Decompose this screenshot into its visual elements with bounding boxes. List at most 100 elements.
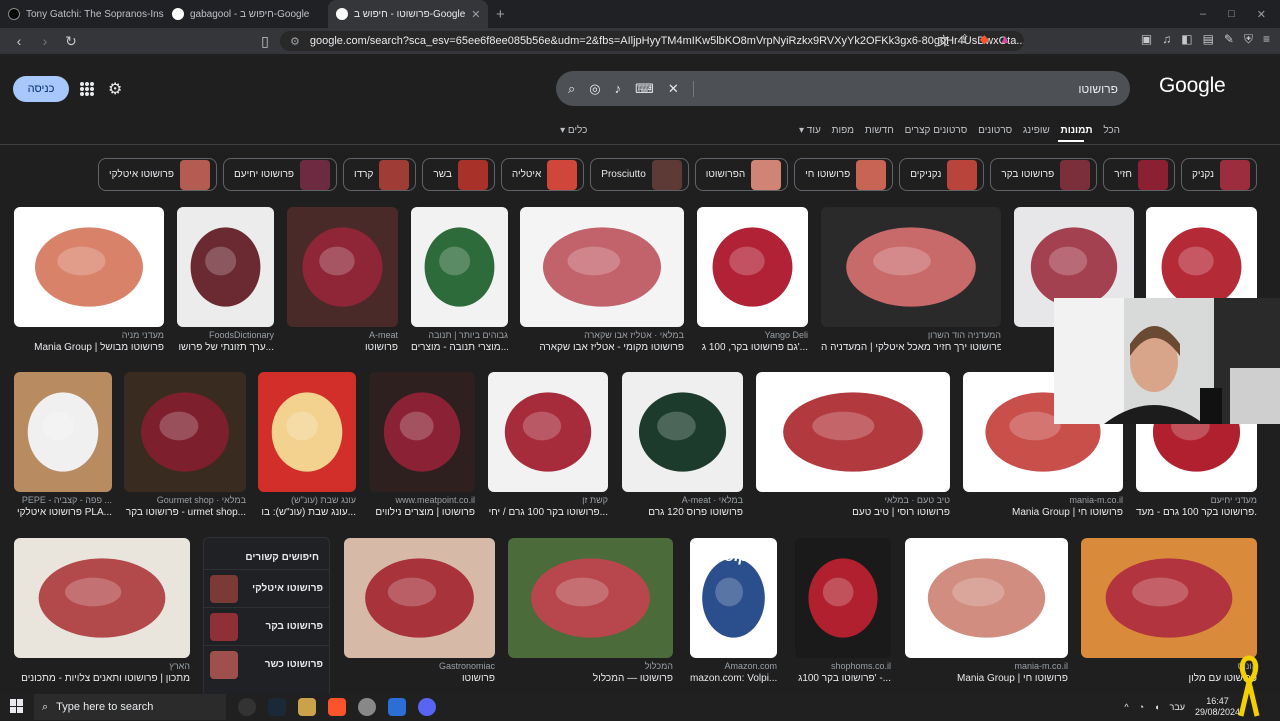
- result-title[interactable]: פרושוטו — המכלול: [508, 673, 673, 684]
- app-icon[interactable]: [298, 698, 316, 716]
- address-bar[interactable]: ⚙ google.com/search?sca_esv=65ee6f8ee085…: [280, 31, 1024, 51]
- filter-shopping[interactable]: שופינג: [1023, 125, 1050, 136]
- result-source[interactable]: המעדניה הוד השרון: [821, 330, 1001, 340]
- search-icon[interactable]: ⌕: [568, 81, 575, 97]
- chip[interactable]: נקניקים: [899, 158, 985, 191]
- result-title[interactable]: פרושוטו: [287, 342, 398, 353]
- image-result[interactable]: במלאי · אטליז אבו שקארה פרושוטו מקומי - א…: [520, 207, 684, 353]
- forward-icon[interactable]: ›: [34, 33, 56, 49]
- network-icon[interactable]: ◔: [1139, 702, 1144, 712]
- chip[interactable]: הפרושוטו: [694, 158, 789, 191]
- lens-icon[interactable]: ◎: [589, 81, 600, 97]
- result-source[interactable]: עונג שבת (עונ"ש): [258, 495, 356, 505]
- image-result[interactable]: A-meat · במלאי פרושוטו פרוס 120 גרם: [622, 372, 743, 518]
- image-result[interactable]: המכלול פרושוטו — המכלול: [508, 538, 673, 684]
- filter-videos[interactable]: סרטונים: [978, 125, 1012, 136]
- image-result[interactable]: מעדני מניה Mania Group | פרושוטו מבושל: [14, 207, 164, 353]
- chip[interactable]: פרושוטו יחיעם: [222, 158, 338, 191]
- result-thumbnail[interactable]: Volpi: [690, 538, 777, 658]
- minimize-icon[interactable]: –: [1200, 8, 1206, 21]
- clear-icon[interactable]: ✕: [668, 80, 694, 97]
- screenshot-icon[interactable]: ▣: [1141, 32, 1152, 49]
- result-source[interactable]: המכלול: [508, 661, 673, 671]
- clock[interactable]: 16:47 29/08/2024: [1195, 696, 1240, 718]
- result-thumbnail[interactable]: [821, 207, 1001, 327]
- windows-start-icon[interactable]: [10, 699, 24, 713]
- result-source[interactable]: Yango Deli: [697, 330, 808, 340]
- result-source[interactable]: קונוס: [1081, 661, 1257, 671]
- result-source[interactable]: טיב טעם · במלאי: [756, 495, 950, 505]
- result-source[interactable]: קשת זן: [488, 495, 608, 505]
- menu-icon[interactable]: ≡: [1263, 32, 1270, 49]
- brave-shield-icon[interactable]: ◆: [980, 32, 989, 49]
- vpn-icon[interactable]: ⛨: [1244, 32, 1253, 49]
- result-title[interactable]: פרושוטו פרוס 120 גרם: [622, 507, 743, 518]
- image-result[interactable]: המעדניה הוד השרון פרושוטו ירך חזיר מאכל א…: [821, 207, 1001, 353]
- result-title[interactable]: ערך תזונתי של פרושו...: [177, 342, 274, 353]
- image-result[interactable]: A-meat פרושוטו: [287, 207, 398, 353]
- result-source[interactable]: Gourmet shop · במלאי: [124, 495, 246, 505]
- chip[interactable]: קרדו: [343, 158, 417, 191]
- discord-icon[interactable]: [418, 698, 436, 716]
- result-title[interactable]: עונג שבת (עונ"ש): בו...: [258, 507, 356, 518]
- wallet-icon[interactable]: ▤: [1203, 32, 1214, 49]
- bookmark-icon[interactable]: ▯: [254, 33, 276, 50]
- result-source[interactable]: מעדני יחיעם: [1136, 495, 1257, 505]
- result-source[interactable]: www.meatpoint.co.il: [369, 495, 475, 505]
- result-title[interactable]: mazon.com: Volpi...: [690, 673, 777, 684]
- tab-prosciutto[interactable]: פרושוטו - חיפוש ב-Google ✕: [328, 0, 488, 28]
- result-source[interactable]: מעדני מניה: [14, 330, 164, 340]
- media-icon[interactable]: ♫: [1162, 32, 1171, 49]
- result-thumbnail[interactable]: [369, 372, 475, 492]
- result-title[interactable]: פרושוטו בקר 100 גרם - מעד...: [1136, 507, 1257, 518]
- filter-more[interactable]: עוד ▾: [799, 125, 821, 136]
- result-source[interactable]: FoodsDictionary: [177, 330, 274, 340]
- result-thumbnail[interactable]: [508, 538, 673, 658]
- extensions-icon[interactable]: ✎: [1224, 32, 1234, 49]
- related-search-item[interactable]: פרושוטו בקר: [204, 607, 329, 645]
- tray-chevron-icon[interactable]: ^: [1124, 702, 1128, 712]
- chip[interactable]: נקניק: [1181, 158, 1257, 191]
- chip[interactable]: בשר: [422, 158, 495, 191]
- image-result[interactable]: הארץ מתכון | פרושוטו ותאנים צלויות - מתכו…: [14, 538, 190, 684]
- tab-gabagool[interactable]: gabagool - חיפוש ב-Google: [164, 0, 328, 28]
- image-result[interactable]: קשת זן פרושוטו בקר 100 גרם / יחי...: [488, 372, 608, 518]
- image-result[interactable]: PEPE - פפה - קצביה ... פרושוטו איטלקי PLA…: [14, 372, 112, 518]
- settings-gear-icon[interactable]: ⚙: [108, 79, 122, 99]
- app-icon[interactable]: [358, 698, 376, 716]
- steam-icon[interactable]: [268, 698, 286, 716]
- chip[interactable]: פרושוטו חי: [794, 158, 894, 191]
- result-thumbnail[interactable]: [14, 207, 164, 327]
- filter-short-videos[interactable]: סרטונים קצרים: [905, 125, 968, 136]
- result-source[interactable]: Amazon.com: [690, 661, 777, 671]
- result-source[interactable]: A-meat: [287, 330, 398, 340]
- result-source[interactable]: A-meat · במלאי: [622, 495, 743, 505]
- chip[interactable]: פרושוטו איטלקי: [98, 158, 217, 191]
- apps-grid-icon[interactable]: [80, 82, 94, 96]
- google-logo[interactable]: Google: [1159, 74, 1226, 98]
- result-thumbnail[interactable]: [795, 538, 891, 658]
- result-thumbnail[interactable]: [411, 207, 508, 327]
- result-thumbnail[interactable]: [14, 372, 112, 492]
- volume-icon[interactable]: ◖: [1154, 702, 1159, 712]
- new-tab-button[interactable]: +: [488, 6, 513, 23]
- filter-news[interactable]: חדשות: [865, 125, 894, 136]
- mic-icon[interactable]: ♪: [615, 81, 622, 96]
- result-thumbnail[interactable]: [14, 538, 190, 658]
- image-result[interactable]: FoodsDictionary ערך תזונתי של פרושו...: [177, 207, 274, 353]
- result-title[interactable]: פרושוטו בקר 100ג' -...: [795, 673, 891, 684]
- cursor-app-icon[interactable]: [388, 698, 406, 716]
- brave-icon[interactable]: [328, 698, 346, 716]
- search-input[interactable]: פרושוטו: [1078, 82, 1118, 96]
- taskbar-search[interactable]: ⌕ Type here to search: [34, 694, 226, 720]
- result-title[interactable]: פרושוטו ירך חזיר מאכל איטלקי | המעדניה ה…: [821, 342, 1001, 353]
- result-title[interactable]: פרושוטו: [344, 673, 495, 684]
- result-title[interactable]: פרושוטו איטלקי PLA...: [14, 507, 112, 518]
- tab-tony-gatchi[interactable]: Tony Gatchi: The Sopranos-Inspired !: [0, 0, 164, 28]
- filter-maps[interactable]: מפות: [832, 125, 854, 136]
- result-thumbnail[interactable]: [124, 372, 246, 492]
- result-thumbnail[interactable]: [756, 372, 950, 492]
- result-source[interactable]: הארץ: [14, 661, 190, 671]
- result-thumbnail[interactable]: [344, 538, 495, 658]
- image-result[interactable]: טיב טעם · במלאי פרושוטו רוסי | טיב טעם: [756, 372, 950, 518]
